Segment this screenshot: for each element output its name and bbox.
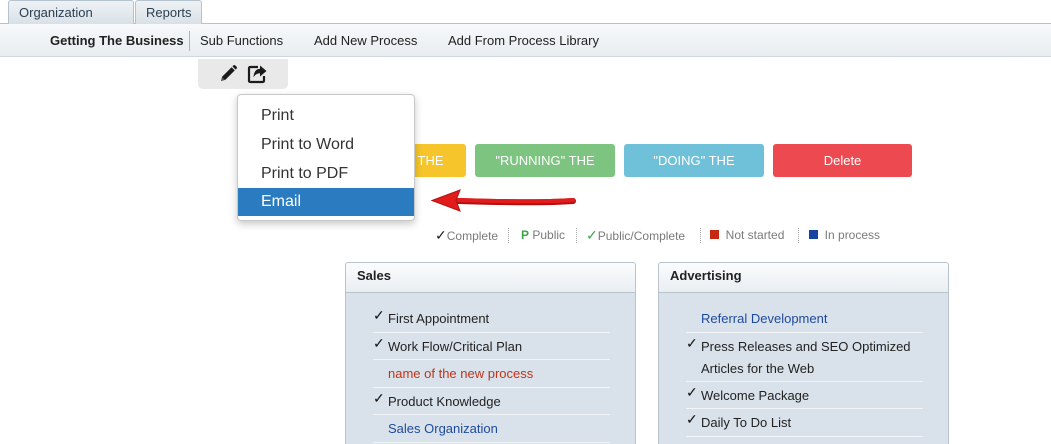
check-icon: ✓ — [373, 389, 385, 406]
legend-in-process: In process — [809, 226, 880, 244]
list-item[interactable]: name of the new process — [373, 360, 610, 388]
sub-navigation: Getting The Business Sub Functions Add N… — [0, 24, 1051, 57]
panel-title: Sales — [346, 263, 635, 293]
legend-not-started: Not started — [710, 226, 784, 244]
legend-complete: ✓Complete — [435, 227, 499, 243]
check-icon: ✓ — [686, 334, 698, 351]
list-item[interactable]: ✓ Work Flow/Critical Plan — [373, 333, 610, 360]
tab-reports[interactable]: Reports — [135, 0, 202, 24]
delete-button[interactable]: Delete — [773, 144, 912, 177]
nav-divider — [189, 31, 190, 51]
sales-process-list: ✓ First Appointment ✓ Work Flow/Critical P… — [373, 305, 610, 443]
check-icon: ✓ — [373, 307, 385, 323]
list-item[interactable]: ✓ Daily To Do List — [686, 409, 923, 437]
menu-item-print-to-word[interactable]: Print to Word — [238, 130, 414, 159]
legend-public-complete: ✓Public/Complete — [586, 227, 686, 243]
pencil-icon[interactable] — [217, 63, 239, 85]
nav-add-from-process-library[interactable]: Add From Process Library — [448, 24, 599, 57]
nav-add-new-process[interactable]: Add New Process — [314, 24, 417, 57]
list-item[interactable]: ✓ First Appointment — [373, 305, 610, 333]
list-item[interactable]: ✓ Press Releases and SEO Optimized Articl… — [686, 333, 923, 382]
check-icon: ✓ — [686, 411, 698, 427]
menu-item-print-to-pdf[interactable]: Print to PDF — [238, 159, 414, 188]
red-arrow-icon — [430, 189, 576, 212]
share-dropdown-menu: Print Print to Word Print to PDF Email — [237, 94, 415, 221]
green-check-icon: ✓ — [586, 227, 598, 243]
action-toolbar — [198, 59, 288, 89]
sales-panel: Sales ✓ First Appointment ✓ Work Flow/Crit… — [345, 262, 636, 444]
advertising-panel: Advertising Referral Development ✓ Press … — [658, 262, 949, 444]
panel-title: Advertising — [659, 263, 948, 293]
advertising-process-list: Referral Development ✓ Press Releases and… — [686, 305, 923, 437]
legend-public: P Public — [521, 228, 566, 242]
nav-sub-functions[interactable]: Sub Functions — [200, 24, 283, 57]
list-item[interactable]: ✓ Welcome Package — [686, 382, 923, 409]
running-the-button[interactable]: "RUNNING" THE — [475, 144, 615, 177]
share-icon[interactable] — [246, 63, 268, 85]
blue-square-icon — [809, 230, 818, 240]
tab-organization-chart[interactable]: Organization Chart — [8, 0, 134, 44]
nav-getting-the-business[interactable]: Getting The Business — [50, 24, 184, 57]
top-tab-bar: Organization Chart Reports — [0, 0, 1051, 44]
list-item[interactable]: Referral Development — [686, 305, 923, 333]
menu-item-print[interactable]: Print — [238, 101, 414, 130]
check-icon: ✓ — [435, 227, 447, 243]
menu-item-email[interactable]: Email — [238, 188, 414, 216]
check-icon: ✓ — [373, 334, 385, 351]
check-icon: ✓ — [686, 383, 698, 400]
list-item[interactable]: Sales Organization — [373, 415, 610, 443]
list-item[interactable]: ✓ Product Knowledge — [373, 388, 610, 415]
red-square-icon — [710, 230, 719, 240]
doing-the-button[interactable]: "DOING" THE — [624, 144, 764, 177]
